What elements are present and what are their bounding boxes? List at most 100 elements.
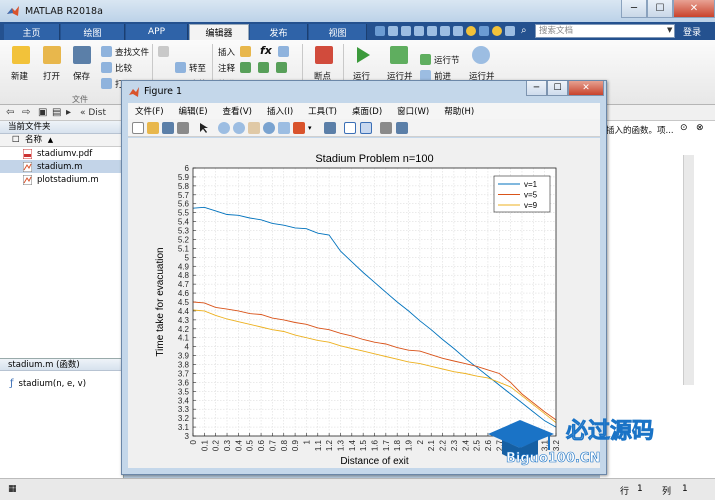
link-plot-icon[interactable] bbox=[324, 122, 336, 134]
path-dropdown-icon[interactable]: ▸ bbox=[66, 107, 71, 118]
tab-plots[interactable]: 绘图 bbox=[61, 24, 125, 40]
menu-insert[interactable]: 插入(I) bbox=[267, 105, 293, 117]
comment-icon[interactable] bbox=[240, 62, 251, 73]
copy-quick-icon[interactable] bbox=[401, 26, 411, 36]
close-hint-icon[interactable]: ⊗ bbox=[696, 123, 704, 133]
question-icon[interactable] bbox=[492, 26, 502, 36]
file-row-pdf[interactable]: stadiumv.pdf bbox=[0, 147, 123, 160]
colorbar-icon[interactable] bbox=[344, 122, 356, 134]
search-docs-input[interactable]: 搜索文档 bbox=[535, 24, 675, 38]
cut-quick-icon[interactable] bbox=[388, 26, 398, 36]
run-section-button[interactable]: 运行节 bbox=[434, 54, 460, 66]
tab-apps[interactable]: APP bbox=[126, 24, 188, 40]
file-row-plotstadium[interactable]: plotstadium.m bbox=[0, 173, 123, 186]
menu-tools[interactable]: 工具(T) bbox=[308, 105, 337, 117]
back-arrow-icon[interactable]: ⇦ bbox=[6, 107, 14, 118]
tab-editor[interactable]: 编辑器 bbox=[189, 24, 249, 40]
insert-button[interactable]: 插入 bbox=[218, 46, 235, 58]
comment-button[interactable]: 注释 bbox=[218, 62, 235, 74]
zoom-in-icon[interactable] bbox=[218, 122, 230, 134]
forward-arrow-icon[interactable]: ⇨ bbox=[22, 107, 30, 118]
rotate-3d-icon[interactable] bbox=[263, 122, 275, 134]
tab-view[interactable]: 视图 bbox=[309, 24, 367, 40]
save-quick-icon[interactable] bbox=[375, 26, 385, 36]
save-disk-icon[interactable] bbox=[73, 46, 91, 64]
zoom-out-icon[interactable] bbox=[233, 122, 245, 134]
fx-button[interactable]: fx bbox=[260, 44, 272, 57]
name-column-header[interactable]: ☐ 名称 ▲ bbox=[0, 134, 123, 147]
chart-legend[interactable]: v=1 v=5v=9 bbox=[493, 175, 551, 213]
y-tick-label: 4.8 bbox=[178, 271, 190, 280]
pointer-icon[interactable] bbox=[198, 122, 210, 134]
run-and-time-icon[interactable] bbox=[472, 46, 490, 64]
hide-plot-tools-icon[interactable] bbox=[380, 122, 392, 134]
insert-section-icon[interactable] bbox=[240, 46, 251, 57]
brush-icon[interactable] bbox=[293, 122, 305, 134]
close-button[interactable]: ✕ bbox=[673, 0, 715, 18]
new-button[interactable]: 新建 bbox=[11, 70, 28, 82]
uncomment-icon[interactable] bbox=[258, 62, 269, 73]
menu-file[interactable]: 文件(F) bbox=[135, 105, 164, 117]
tab-home[interactable]: 主页 bbox=[4, 24, 60, 40]
menu-view[interactable]: 查看(V) bbox=[223, 105, 252, 117]
figure-minimize-button[interactable]: ─ bbox=[526, 81, 547, 96]
browse-folder-icon[interactable]: ▤ bbox=[52, 107, 61, 118]
function-signature-row[interactable]: ƒ stadium(n, e, v) bbox=[10, 378, 86, 389]
file-row-stadium[interactable]: stadium.m bbox=[0, 160, 123, 173]
row-value: 1 bbox=[637, 484, 643, 494]
print-figure-icon[interactable] bbox=[177, 122, 189, 134]
search-icon[interactable]: ⌕ bbox=[521, 25, 527, 36]
dropdown-quick-icon[interactable] bbox=[505, 26, 515, 36]
figure-titlebar[interactable]: Figure 1 ─ ☐ ✕ bbox=[122, 81, 606, 103]
open-file-icon[interactable] bbox=[147, 122, 159, 134]
run-and-advance-icon[interactable] bbox=[390, 46, 408, 64]
maximize-button[interactable]: ☐ bbox=[647, 0, 673, 18]
redo-quick-icon[interactable] bbox=[440, 26, 450, 36]
help-quick-icon[interactable] bbox=[466, 26, 476, 36]
x-tick-label: 0 bbox=[189, 439, 198, 444]
back-nav-icon[interactable] bbox=[158, 46, 169, 57]
switch-windows-icon[interactable] bbox=[453, 26, 463, 36]
login-button[interactable]: 登录 bbox=[683, 25, 701, 38]
menu-edit[interactable]: 编辑(E) bbox=[179, 105, 208, 117]
pan-hand-icon[interactable] bbox=[248, 122, 260, 134]
brush-dropdown-icon[interactable]: ▾ bbox=[308, 122, 320, 134]
open-button[interactable]: 打开 bbox=[43, 70, 60, 82]
menu-desktop[interactable]: 桌面(D) bbox=[352, 105, 382, 117]
compare-button[interactable]: 比较 bbox=[115, 62, 132, 74]
new-plus-icon[interactable] bbox=[12, 46, 30, 64]
community-quick-icon[interactable] bbox=[479, 26, 489, 36]
tab-publish[interactable]: 发布 bbox=[250, 24, 308, 40]
goto-button[interactable]: 转至 bbox=[189, 62, 206, 74]
menu-help[interactable]: 帮助(H) bbox=[444, 105, 474, 117]
data-cursor-icon[interactable] bbox=[278, 122, 290, 134]
compare-icon bbox=[101, 62, 112, 73]
menu-window[interactable]: 窗口(W) bbox=[397, 105, 429, 117]
figure-maximize-button[interactable]: ☐ bbox=[547, 81, 568, 96]
show-plot-tools-icon[interactable] bbox=[396, 122, 408, 134]
breakpoints-icon[interactable] bbox=[315, 46, 333, 64]
open-folder-icon[interactable] bbox=[43, 46, 61, 64]
checkbox-icon[interactable]: ☐ bbox=[12, 134, 20, 147]
find-files-button[interactable]: 查找文件 bbox=[115, 46, 149, 58]
save-figure-icon[interactable] bbox=[162, 122, 174, 134]
run-play-icon[interactable] bbox=[354, 46, 372, 64]
legend-icon[interactable] bbox=[360, 122, 372, 134]
paste-quick-icon[interactable] bbox=[414, 26, 424, 36]
wrap-comment-icon[interactable] bbox=[276, 62, 287, 73]
folder-up-icon[interactable]: ▣ bbox=[38, 107, 47, 118]
y-tick-label: 3.5 bbox=[178, 387, 190, 396]
row-label: 行 bbox=[620, 487, 630, 497]
x-tick-label: 2.3 bbox=[450, 439, 459, 451]
search-dropdown-icon[interactable]: ▼ bbox=[667, 26, 672, 34]
address-path[interactable]: « Dist bbox=[80, 108, 106, 118]
vertical-scrollbar[interactable] bbox=[683, 155, 694, 385]
new-figure-icon[interactable] bbox=[132, 122, 144, 134]
minimize-button[interactable]: ─ bbox=[621, 0, 647, 18]
m-file-icon bbox=[23, 161, 32, 172]
undo-quick-icon[interactable] bbox=[427, 26, 437, 36]
insert-function-icon[interactable] bbox=[278, 46, 289, 57]
help-circle-icon[interactable]: ⊙ bbox=[680, 123, 688, 133]
save-button[interactable]: 保存 bbox=[73, 70, 90, 82]
figure-close-button[interactable]: ✕ bbox=[568, 81, 604, 96]
